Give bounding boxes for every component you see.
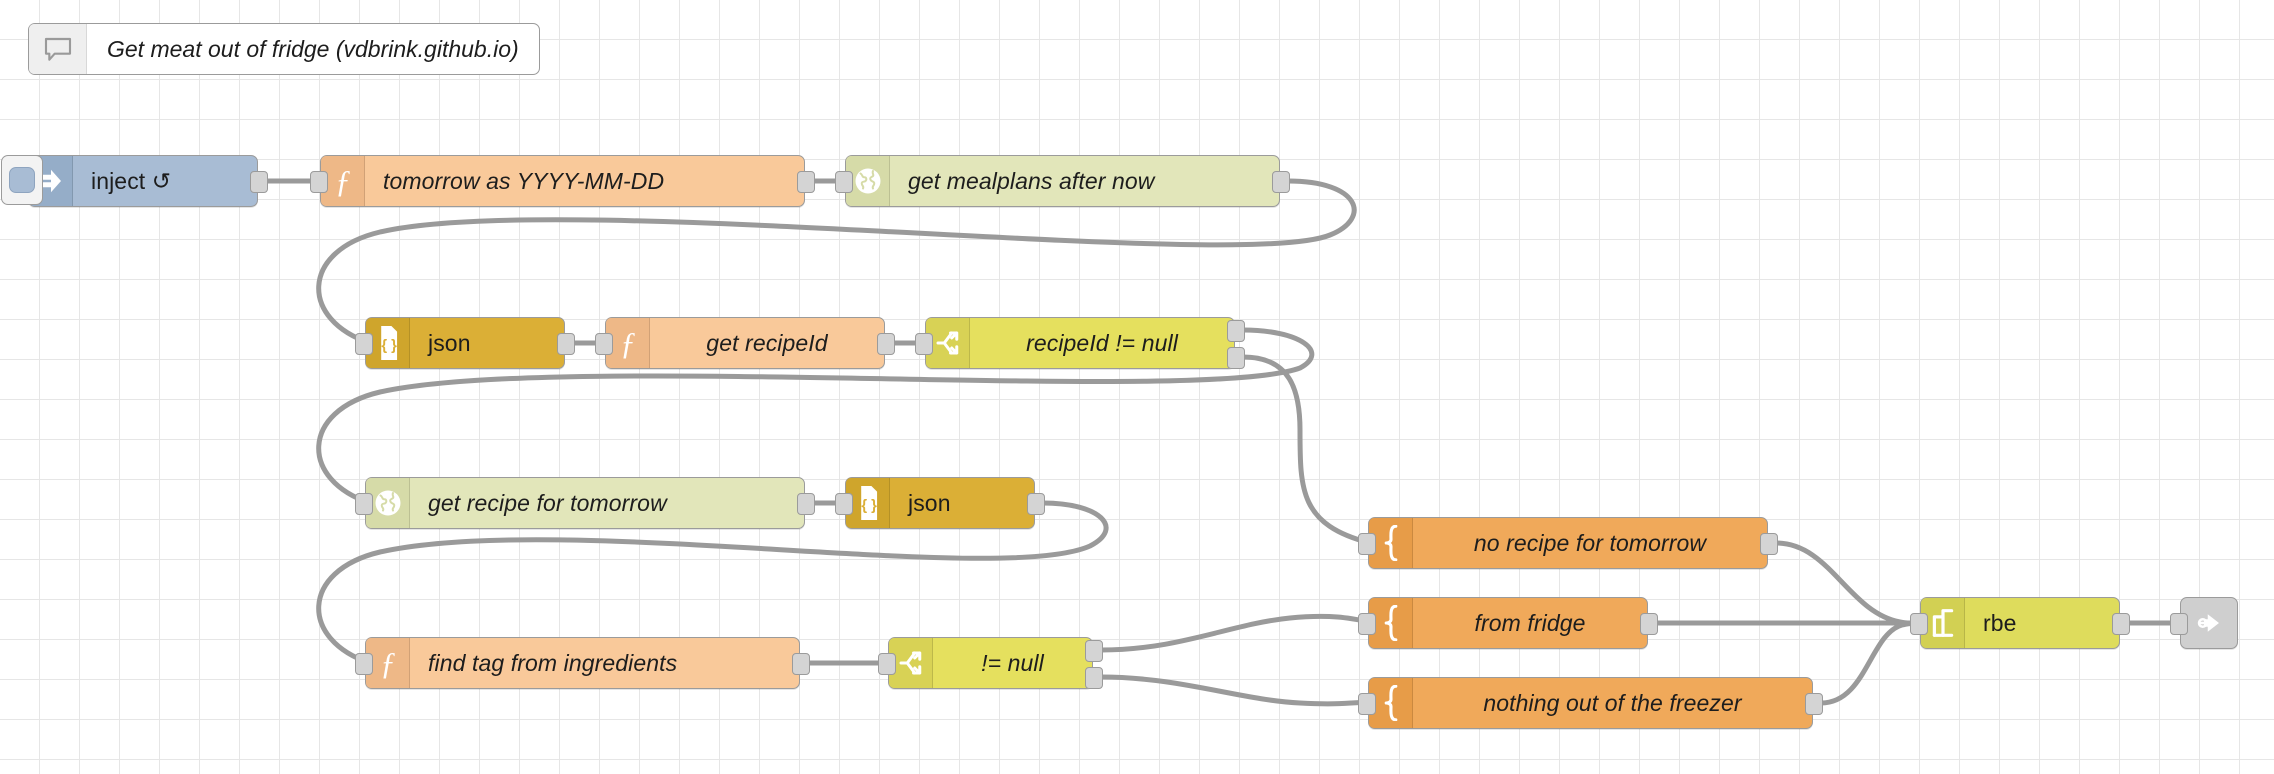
- svg-text:ƒ: ƒ: [620, 326, 636, 360]
- comment-icon: [29, 24, 87, 74]
- input-port[interactable]: [1358, 613, 1376, 635]
- input-port[interactable]: [355, 333, 373, 355]
- input-port[interactable]: [1358, 693, 1376, 715]
- output-port-2[interactable]: [1227, 347, 1245, 369]
- node-rbe[interactable]: rbe: [1910, 597, 2130, 649]
- input-port[interactable]: [355, 493, 373, 515]
- node-function-find-tag[interactable]: ƒ find tag from ingredients: [355, 637, 810, 689]
- input-port[interactable]: [595, 333, 613, 355]
- node-label: json: [428, 329, 471, 356]
- output-port-2[interactable]: [1085, 667, 1103, 689]
- node-label: no recipe for tomorrow: [1473, 529, 1707, 556]
- node-json-2[interactable]: { } json: [835, 477, 1045, 529]
- output-port-1[interactable]: [1227, 320, 1245, 342]
- output-port[interactable]: [797, 493, 815, 515]
- svg-text:{ }: { }: [861, 498, 877, 514]
- node-label: inject ↺: [91, 167, 172, 194]
- input-port[interactable]: [835, 171, 853, 193]
- node-switch-recipeid-notnull[interactable]: recipeId != null: [915, 317, 1245, 369]
- node-template-no-recipe[interactable]: no recipe for tomorrow: [1358, 517, 1778, 569]
- input-port[interactable]: [2170, 613, 2188, 635]
- output-port[interactable]: [792, 653, 810, 675]
- svg-text:{ }: { }: [381, 338, 397, 354]
- node-inject[interactable]: inject ↺: [1, 155, 268, 207]
- output-port[interactable]: [1272, 171, 1290, 193]
- node-label: != null: [981, 649, 1044, 676]
- svg-text:ƒ: ƒ: [380, 646, 396, 680]
- output-port[interactable]: [1640, 613, 1658, 635]
- output-port[interactable]: [877, 333, 895, 355]
- input-port[interactable]: [915, 333, 933, 355]
- node-label: get mealplans after now: [908, 167, 1155, 194]
- input-port[interactable]: [310, 171, 328, 193]
- wire-layer: [263, 178, 2185, 707]
- link-out-icon: [2181, 598, 2237, 648]
- node-switch-notnull[interactable]: != null: [878, 637, 1103, 689]
- node-http-get-recipe[interactable]: get recipe for tomorrow: [355, 477, 815, 529]
- output-port[interactable]: [1027, 493, 1045, 515]
- node-template-nothing-freezer[interactable]: nothing out of the freezer: [1358, 677, 1823, 729]
- node-http-mealplans[interactable]: get mealplans after now: [835, 155, 1290, 207]
- output-port-1[interactable]: [1085, 640, 1103, 662]
- output-port[interactable]: [2112, 613, 2130, 635]
- node-label: rbe: [1983, 609, 2017, 636]
- wire-switch2-out2-to-tpl-freezer: [1098, 674, 1373, 707]
- node-function-get-recipeid[interactable]: ƒ get recipeId: [595, 317, 895, 369]
- flow-canvas[interactable]: Get meat out of fridge (vdbrink.github.i…: [0, 0, 2274, 774]
- svg-text:ƒ: ƒ: [335, 164, 351, 198]
- input-port[interactable]: [1358, 533, 1376, 555]
- inject-trigger-button[interactable]: [1, 155, 43, 205]
- node-label: json: [908, 489, 951, 516]
- wire-tpl-freezer-to-rbe: [1818, 620, 1925, 706]
- node-label: get recipe for tomorrow: [428, 489, 667, 516]
- node-label: get recipeId: [706, 329, 828, 356]
- node-json-1[interactable]: { } json: [355, 317, 575, 369]
- node-label: nothing out of the freezer: [1483, 689, 1742, 716]
- node-label: find tag from ingredients: [428, 649, 678, 676]
- node-link-out[interactable]: [2170, 597, 2238, 649]
- wire-switch2-out1-to-tpl-fridge: [1098, 613, 1373, 653]
- wire-switch1-out2-to-tpl-norecipe: [1240, 354, 1373, 546]
- output-port[interactable]: [1805, 693, 1823, 715]
- output-port[interactable]: [557, 333, 575, 355]
- output-port[interactable]: [1760, 533, 1778, 555]
- wire-tpl-norecipe-to-rbe: [1773, 540, 1925, 626]
- comment-node[interactable]: Get meat out of fridge (vdbrink.github.i…: [28, 23, 540, 75]
- node-label: tomorrow as YYYY-MM-DD: [383, 167, 665, 194]
- node-function-tomorrow[interactable]: ƒ tomorrow as YYYY-MM-DD: [310, 155, 815, 207]
- node-label: from fridge: [1474, 609, 1586, 636]
- input-port[interactable]: [355, 653, 373, 675]
- output-port[interactable]: [797, 171, 815, 193]
- input-port[interactable]: [835, 493, 853, 515]
- comment-label: Get meat out of fridge (vdbrink.github.i…: [107, 35, 519, 62]
- input-port[interactable]: [878, 653, 896, 675]
- output-port[interactable]: [250, 171, 268, 193]
- input-port[interactable]: [1910, 613, 1928, 635]
- node-label: recipeId != null: [1026, 329, 1178, 356]
- node-template-from-fridge[interactable]: from fridge: [1358, 597, 1658, 649]
